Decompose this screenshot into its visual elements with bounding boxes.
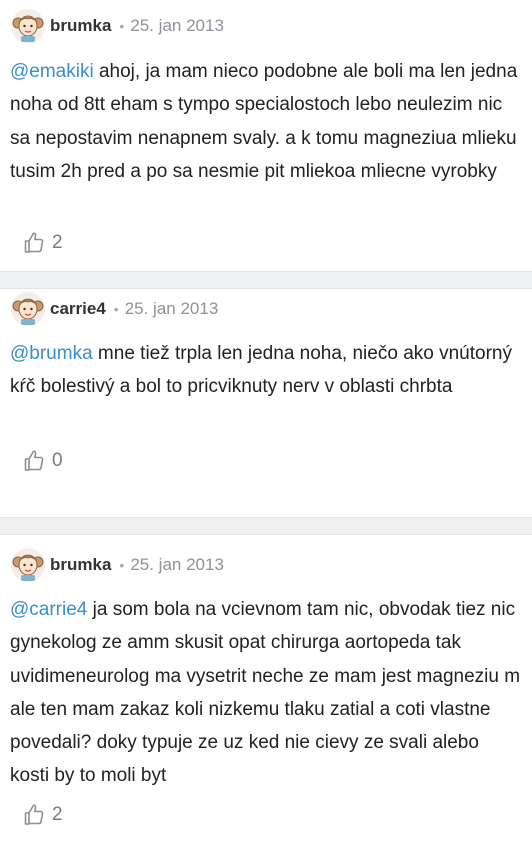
thumbs-up-icon	[24, 804, 44, 825]
like-button[interactable]: 2	[22, 803, 63, 827]
mention-link[interactable]: @emakiki	[10, 61, 94, 82]
comment-text: @carrie4 ja som bola na vcievnom tam nic…	[10, 593, 522, 793]
like-count: 0	[52, 450, 63, 471]
author-name[interactable]: carrie4	[50, 299, 106, 319]
comment-date: 25. jan 2013	[124, 299, 219, 318]
comment-item: carrie4 • 25. jan 2013 @brumka mne tiež …	[0, 289, 532, 517]
avatar-icon[interactable]	[10, 291, 46, 327]
comment-item: brumka • 25. jan 2013 @carrie4 ja som bo…	[0, 535, 532, 856]
meta-separator: •	[113, 301, 119, 317]
meta-separator: •	[119, 557, 125, 573]
meta-separator: •	[119, 18, 125, 34]
comment-divider	[0, 271, 532, 289]
comment-date: 25. jan 2013	[130, 16, 224, 35]
comment-meta: brumka • 25. jan 2013	[10, 545, 520, 585]
comment-divider	[0, 517, 532, 535]
like-button[interactable]: 2	[22, 231, 63, 255]
thumbs-up-icon	[24, 232, 44, 253]
avatar-icon[interactable]	[10, 8, 46, 44]
comment-meta: carrie4 • 25. jan 2013	[10, 289, 520, 329]
comment-text: @emakiki ahoj, ja mam nieco podobne ale …	[10, 55, 522, 188]
comment-meta: brumka • 25. jan 2013	[10, 6, 520, 46]
comment-text: @brumka mne tiež trpla len jedna noha, n…	[10, 337, 522, 404]
comment-feed: brumka • 25. jan 2013 @emakiki ahoj, ja …	[0, 0, 532, 856]
mention-link[interactable]: @brumka	[10, 343, 93, 364]
thumbs-up-icon	[24, 450, 44, 471]
author-name[interactable]: brumka	[50, 16, 111, 36]
like-count: 2	[52, 804, 63, 825]
comment-item: brumka • 25. jan 2013 @emakiki ahoj, ja …	[0, 0, 532, 271]
like-count: 2	[52, 232, 63, 253]
comment-body: ja som bola na vcievnom tam nic, obvodak…	[10, 599, 521, 787]
comment-date: 25. jan 2013	[130, 555, 224, 574]
mention-link[interactable]: @carrie4	[10, 599, 87, 620]
like-button[interactable]: 0	[22, 449, 63, 473]
author-name[interactable]: brumka	[50, 555, 111, 575]
avatar-icon[interactable]	[10, 547, 46, 583]
